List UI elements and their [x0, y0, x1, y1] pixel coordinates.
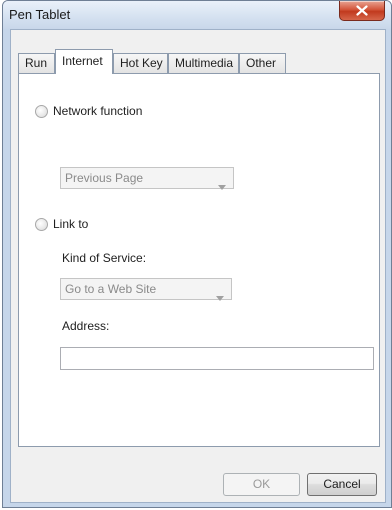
chevron-down-icon [218, 176, 226, 196]
link-to-radio[interactable] [35, 218, 48, 231]
close-icon [356, 5, 368, 16]
address-label: Address: [62, 319, 110, 333]
tab-run[interactable]: Run [18, 53, 55, 73]
close-button[interactable] [339, 1, 385, 21]
network-function-label: Network function [53, 104, 143, 118]
kind-of-service-value: Go to a Web Site [65, 282, 157, 296]
network-function-value: Previous Page [65, 171, 144, 185]
tab-internet[interactable]: Internet [55, 49, 113, 74]
tab-strip: Run Internet Hot Key Multimedia Other [18, 49, 338, 74]
pen-tablet-window: Pen Tablet Run Internet Hot Key Multimed… [2, 0, 392, 508]
kind-of-service-label: Kind of Service: [62, 251, 147, 265]
tab-other[interactable]: Other [239, 53, 286, 73]
kind-of-service-dropdown[interactable]: Go to a Web Site [60, 278, 232, 301]
title-bar[interactable]: Pen Tablet [3, 1, 391, 29]
tab-hot-key[interactable]: Hot Key [113, 53, 168, 73]
link-to-label: Link to [53, 217, 89, 231]
window-title: Pen Tablet [9, 7, 71, 22]
tab-multimedia[interactable]: Multimedia [168, 53, 239, 73]
chevron-down-icon [216, 287, 224, 307]
network-function-radio[interactable] [35, 105, 48, 118]
dialog-body: Run Internet Hot Key Multimedia Other Ne… [10, 29, 386, 503]
ok-button[interactable]: OK [223, 473, 300, 496]
network-function-dropdown[interactable]: Previous Page [60, 167, 234, 190]
internet-tab-panel: Network function Previous Page Link to K… [18, 73, 380, 447]
cancel-button[interactable]: Cancel [307, 473, 377, 496]
address-input[interactable] [60, 347, 374, 370]
